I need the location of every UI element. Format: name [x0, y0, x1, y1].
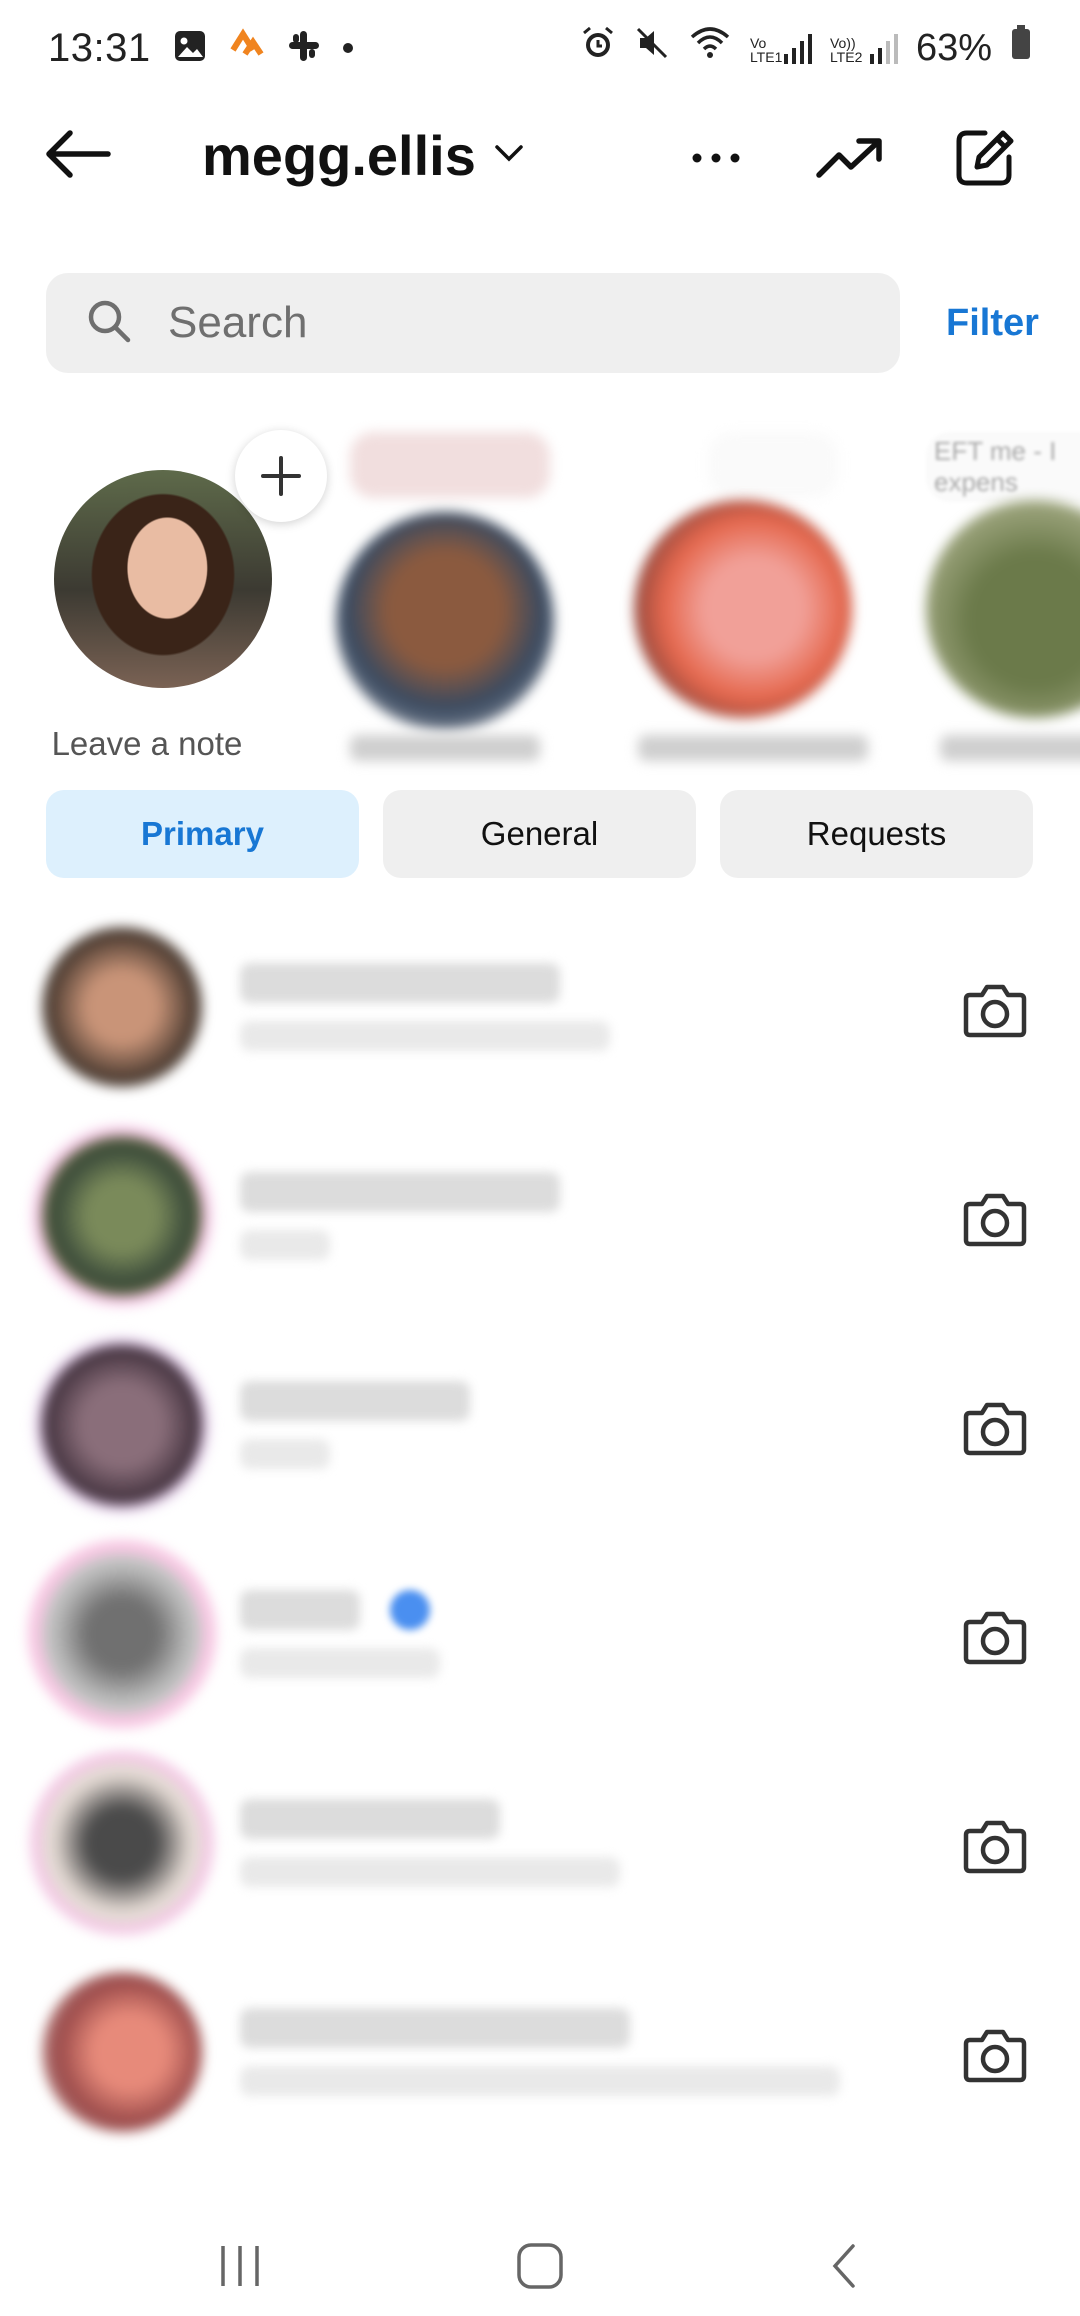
thread-preview — [240, 1230, 330, 1260]
camera-icon[interactable] — [956, 1811, 1034, 1881]
thread-preview — [240, 2066, 840, 2096]
camera-icon[interactable] — [956, 975, 1034, 1045]
thread-preview — [240, 1648, 440, 1678]
volte1-label: Vo LTE1 — [749, 35, 783, 65]
thread-name — [240, 1172, 560, 1212]
thread-row[interactable] — [0, 1950, 1080, 2159]
thread-name — [240, 1381, 470, 1421]
image-icon — [173, 29, 207, 68]
thread-name — [240, 1590, 360, 1630]
thread-row[interactable] — [0, 1114, 1080, 1323]
friend-avatar — [926, 500, 1080, 718]
tab-primary[interactable]: Primary — [46, 790, 359, 878]
own-avatar — [54, 470, 272, 688]
leave-note-label: Leave a note — [51, 725, 243, 762]
thread-avatar — [42, 1554, 202, 1714]
camera-icon[interactable] — [956, 2020, 1034, 2090]
note-bubble — [708, 432, 838, 498]
more-icon[interactable] — [676, 118, 756, 198]
thread-preview — [240, 1439, 330, 1469]
thread-avatar — [42, 927, 202, 1087]
thread-avatar — [42, 1763, 202, 1923]
thread-preview — [240, 1857, 620, 1887]
volte2-label: Vo)) LTE2 — [829, 35, 863, 65]
home-icon[interactable] — [500, 2236, 580, 2296]
camera-icon[interactable] — [956, 1602, 1034, 1672]
thread-row[interactable] — [0, 1532, 1080, 1741]
thread-preview — [240, 1021, 610, 1051]
friend-name — [638, 735, 868, 761]
strava-icon — [229, 27, 265, 69]
volte1-signal-icon: Vo LTE1 — [750, 32, 812, 64]
friend-name — [940, 735, 1080, 761]
alarm-icon — [580, 25, 616, 71]
system-nav-bar — [0, 2206, 1080, 2316]
thread-name — [240, 1799, 500, 1839]
volte2-signal-icon: Vo)) LTE2 — [830, 32, 898, 64]
note-bubble — [350, 432, 550, 498]
camera-icon[interactable] — [956, 1393, 1034, 1463]
header: megg.ellis — [0, 110, 1080, 200]
mute-icon — [634, 25, 670, 71]
note-bubble: EFT me - I expens — [926, 432, 1080, 502]
status-bar: 13:31 Vo LTE1 Vo)) LTE2 63% — [0, 0, 1080, 96]
trending-icon[interactable] — [810, 118, 890, 198]
battery-percent: 63% — [915, 26, 992, 69]
tab-general[interactable]: General — [383, 790, 696, 878]
friend-note[interactable] — [618, 420, 868, 780]
thread-row[interactable] — [0, 1323, 1080, 1532]
own-note[interactable]: Leave a note — [38, 420, 327, 780]
camera-icon[interactable] — [956, 1184, 1034, 1254]
compose-icon[interactable] — [944, 118, 1024, 198]
notes-row: Leave a note EFT me - I expens — [0, 420, 1080, 780]
thread-name — [240, 2008, 630, 2048]
notification-dot — [342, 43, 353, 53]
verified-badge-icon — [390, 1590, 430, 1630]
chevron-down-icon — [494, 143, 524, 168]
friend-avatar — [634, 500, 852, 718]
status-time: 13:31 — [48, 25, 151, 70]
inbox-tabs: Primary General Requests — [46, 790, 1033, 878]
nav-back-icon[interactable] — [804, 2236, 884, 2296]
filter-button[interactable]: Filter — [946, 302, 1039, 345]
recent-apps-icon[interactable] — [200, 2236, 280, 2296]
friend-note[interactable] — [320, 420, 560, 780]
account-switcher[interactable]: megg.ellis — [202, 110, 524, 200]
add-note-button[interactable] — [235, 430, 327, 522]
thread-avatar — [42, 1972, 202, 2132]
friend-avatar — [336, 512, 554, 730]
search-icon — [86, 298, 132, 349]
thread-name — [240, 963, 560, 1003]
tab-requests[interactable]: Requests — [720, 790, 1033, 878]
battery-icon — [1010, 25, 1032, 71]
search-placeholder: Search — [168, 298, 308, 347]
thread-avatar — [42, 1136, 202, 1296]
thread-row[interactable] — [0, 1741, 1080, 1950]
thread-row[interactable] — [0, 905, 1080, 1114]
search-input[interactable]: Search — [46, 273, 900, 373]
account-name: megg.ellis — [202, 123, 476, 187]
slack-icon — [287, 29, 321, 68]
thread-list — [0, 905, 1080, 2159]
friend-name — [350, 735, 540, 761]
wifi-icon — [688, 25, 732, 71]
status-right: Vo LTE1 Vo)) LTE2 63% — [580, 25, 1032, 71]
back-arrow-icon[interactable] — [42, 118, 114, 190]
status-left: 13:31 — [48, 26, 353, 71]
thread-avatar — [42, 1345, 202, 1505]
friend-note[interactable]: EFT me - I expens — [910, 420, 1080, 780]
